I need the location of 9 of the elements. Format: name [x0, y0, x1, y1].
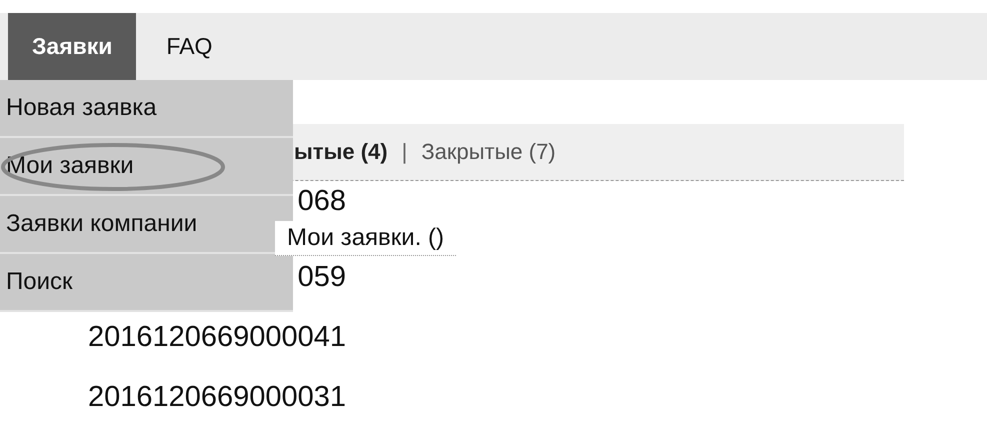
tooltip: Мои заявки. () — [275, 221, 456, 256]
filter-link[interactable]: Закрытые (7) — [421, 139, 556, 165]
menu-item[interactable]: Новая заявка — [0, 80, 293, 138]
filter-separator: | — [402, 139, 408, 165]
ticket-number[interactable]: 2016120669000041 — [62, 319, 346, 355]
nav-tab[interactable]: Заявки — [8, 13, 136, 80]
nav-tab[interactable]: FAQ — [142, 13, 236, 80]
filter-link[interactable]: ытые (4) — [294, 139, 388, 165]
ticket-number[interactable]: 2016120669000031 — [62, 379, 346, 415]
